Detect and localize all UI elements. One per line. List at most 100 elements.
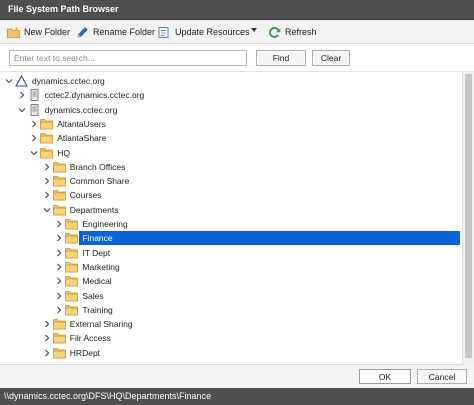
find-button[interactable]: Find <box>256 50 306 66</box>
refresh-icon <box>269 26 281 38</box>
new-folder-label: New Folder <box>24 27 71 37</box>
search-bar: Find Clear <box>0 44 474 72</box>
tree-item[interactable]: Engineering <box>0 217 462 231</box>
folder-tree[interactable]: dynamics.cctec.org cctec2.dynamics.cctec.… <box>0 72 462 365</box>
tree-item[interactable]: dynamics.cctec.org <box>0 74 462 88</box>
tree-item-label: IT Dept <box>82 247 111 258</box>
ok-button[interactable]: OK <box>359 369 411 384</box>
folder-icon <box>52 204 66 216</box>
update-resources-icon <box>158 26 169 38</box>
update-resources-dropdown-icon[interactable] <box>251 28 257 32</box>
tree-item[interactable]: AtlantaShare <box>0 131 462 145</box>
folder-tree-panel: dynamics.cctec.org cctec2.dynamics.cctec.… <box>0 72 474 365</box>
tree-item[interactable]: Courses <box>0 188 462 202</box>
folder-icon <box>40 147 54 158</box>
tree-item[interactable]: dynamics.cctec.org <box>0 103 462 117</box>
tree-item-label: External Sharing <box>69 319 133 330</box>
chevron-down-icon[interactable] <box>30 149 38 157</box>
folder-icon <box>65 262 79 273</box>
chevron-right-icon[interactable] <box>55 306 63 314</box>
rename-folder-label: Rename Folder <box>93 27 156 37</box>
server-icon <box>30 103 38 116</box>
folder-icon <box>52 190 66 201</box>
folder-icon <box>52 347 66 359</box>
tree-item[interactable]: HQ <box>0 146 462 160</box>
chevron-right-icon[interactable] <box>43 320 51 328</box>
chevron-right-icon[interactable] <box>55 277 63 285</box>
tree-item[interactable]: Common Share <box>0 174 462 188</box>
chevron-right-icon[interactable] <box>55 292 63 300</box>
chevron-right-icon[interactable] <box>30 134 38 142</box>
window-title: File System Path Browser <box>8 4 119 14</box>
tree-item[interactable]: Medical <box>0 274 462 288</box>
new-folder-icon <box>7 26 20 38</box>
folder-icon <box>65 290 79 301</box>
rename-folder-button[interactable]: Rename Folder <box>73 23 158 41</box>
folder-icon <box>65 247 79 258</box>
tree-item-label: Branch Offices <box>69 161 126 172</box>
tree-item-label: Filr Access <box>69 333 111 344</box>
dialog-footer: OK Cancel <box>0 365 474 388</box>
selected-path: \\dynamics.cctec.org\DFS\HQ\Departments\… <box>4 391 212 401</box>
tree-item[interactable]: Training <box>0 303 462 317</box>
tree-item[interactable]: Filr Access <box>0 331 462 345</box>
vertical-scrollbar[interactable] <box>462 72 474 365</box>
pencil-icon <box>77 26 88 37</box>
tree-item[interactable]: External Sharing <box>0 317 462 331</box>
chevron-right-icon[interactable] <box>55 249 63 257</box>
tree-item[interactable]: Branch Offices <box>0 160 462 174</box>
chevron-down-icon[interactable] <box>5 77 13 85</box>
chevron-right-icon[interactable] <box>18 91 26 99</box>
chevron-right-icon[interactable] <box>55 220 63 228</box>
chevron-right-icon[interactable] <box>55 263 63 271</box>
tree-item-label: Marketing <box>82 261 120 272</box>
tree-item[interactable]: IT Dept <box>0 246 462 260</box>
tree-item-label: Courses <box>69 190 102 201</box>
search-input[interactable] <box>9 50 247 66</box>
folder-icon <box>40 119 54 130</box>
tree-item-label: Training <box>82 304 113 315</box>
folder-icon <box>65 233 79 244</box>
server-icon <box>30 89 38 102</box>
chevron-right-icon[interactable] <box>55 234 63 242</box>
tree-item-label: Medical <box>82 276 112 287</box>
clear-button[interactable]: Clear <box>312 50 350 66</box>
tree-item[interactable]: cctec2.dynamics.cctec.org <box>0 88 462 102</box>
toolbar: New Folder Rename Folder Update Resource… <box>0 20 474 44</box>
chevron-right-icon[interactable] <box>43 334 51 342</box>
chevron-right-icon[interactable] <box>43 349 51 357</box>
chevron-right-icon[interactable] <box>43 177 51 185</box>
tree-item-label: AltantaUsers <box>57 118 106 129</box>
cancel-button[interactable]: Cancel <box>417 369 467 384</box>
folder-icon <box>40 133 54 144</box>
tree-item[interactable]: Marketing <box>0 260 462 274</box>
tree-item-label: HRDept <box>69 347 101 358</box>
chevron-down-icon[interactable] <box>18 106 26 114</box>
refresh-button[interactable]: Refresh <box>265 23 320 41</box>
new-folder-button[interactable]: New Folder <box>4 23 73 41</box>
update-resources-button[interactable]: Update Resources <box>155 23 253 41</box>
folder-icon <box>65 276 79 287</box>
folder-icon <box>52 161 66 173</box>
scrollbar-thumb[interactable] <box>465 74 472 358</box>
triangle-domain-icon <box>15 75 28 87</box>
status-bar: \\dynamics.cctec.org\DFS\HQ\Departments\… <box>0 388 474 405</box>
chevron-right-icon[interactable] <box>43 163 51 171</box>
tree-item-label: Common Share <box>69 176 130 187</box>
tree-item-label: dynamics.cctec.org <box>44 104 118 115</box>
chevron-down-icon[interactable] <box>43 206 51 214</box>
folder-icon <box>65 304 79 316</box>
tree-item-label: Sales <box>82 290 104 301</box>
tree-item-label: Departments <box>69 204 119 215</box>
tree-item[interactable]: HRDept <box>0 346 462 360</box>
tree-item[interactable]: Sales <box>0 289 462 303</box>
selection-highlight <box>79 231 460 246</box>
tree-item[interactable]: AltantaUsers <box>0 117 462 131</box>
folder-icon <box>52 333 66 344</box>
chevron-right-icon[interactable] <box>30 120 38 128</box>
chevron-right-icon[interactable] <box>43 191 51 199</box>
folder-icon <box>52 176 66 187</box>
update-resources-label: Update Resources <box>175 27 250 37</box>
tree-item[interactable]: Finance <box>0 231 462 246</box>
tree-item[interactable]: Departments <box>0 203 462 217</box>
